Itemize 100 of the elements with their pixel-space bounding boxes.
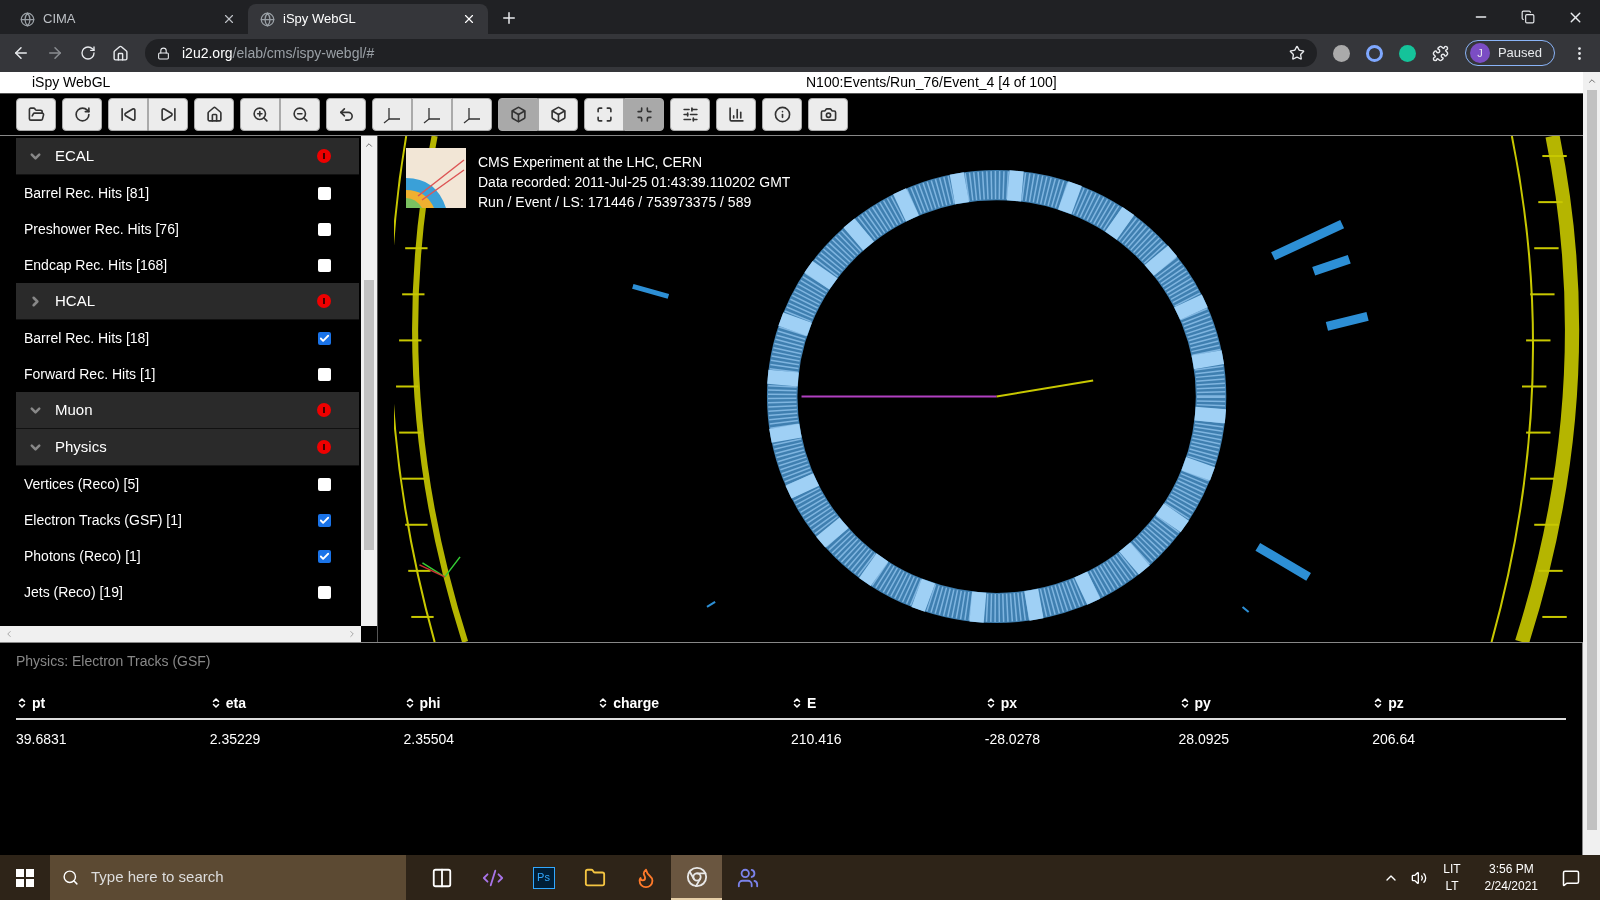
toolbar-button[interactable] [108,98,148,131]
column-header[interactable]: py [1178,692,1373,714]
taskbar-app[interactable]: Ps [518,855,569,900]
toolbar-button[interactable] [498,98,538,131]
home-icon[interactable] [112,44,129,62]
section-header[interactable]: HCAL [16,283,359,320]
column-header[interactable]: E [791,692,985,714]
checkbox[interactable] [318,186,331,200]
toolbar-button[interactable] [240,98,280,131]
toolbar-button[interactable] [412,98,452,131]
toolbar-button[interactable] [584,98,624,131]
column-header[interactable]: eta [209,692,404,714]
task-view-icon [430,866,453,889]
toolbar-button[interactable] [452,98,492,131]
expand-icon [595,106,613,123]
tab-title: iSpy WebGL [283,10,357,29]
layer-label: Photons (Reco) [1] [24,546,142,566]
checkbox[interactable] [318,258,331,272]
close-icon[interactable] [222,12,236,26]
layer-label: Preshower Rec. Hits [76] [24,219,180,239]
tab-title: CIMA [43,10,77,29]
vertical-scrollbar[interactable] [361,136,377,626]
section-title: Muon [55,399,94,420]
scroll-up-icon[interactable] [1586,76,1597,86]
toolbar-button[interactable] [762,98,802,131]
globe-icon [20,11,35,27]
section-header[interactable]: ECAL [16,138,359,175]
clock-time[interactable]: 3:56 PM [1488,860,1534,878]
checkbox[interactable] [318,222,331,236]
taskbar-search-field[interactable]: Type here to search [50,855,406,900]
toolbar-button[interactable] [194,98,234,131]
table-cell-text: 210.416 [791,729,843,749]
scroll-up-icon[interactable] [364,140,374,150]
clock-date[interactable]: 2/24/2021 [1484,877,1538,895]
checkbox[interactable] [318,331,331,345]
checkbox[interactable] [318,549,331,563]
browser-tab[interactable]: iSpy WebGL [248,4,488,34]
toolbar-button[interactable] [670,98,710,131]
event-info-line: CMS Experiment at the LHC, CERN [478,153,704,172]
language-indicator[interactable]: LIT [1443,860,1461,878]
url-host: i2u2.org [182,43,233,63]
toolbar-button[interactable] [372,98,412,131]
toolbar-button[interactable] [538,98,578,131]
checkbox[interactable] [318,367,331,381]
section-title: ECAL [55,145,96,166]
skip-forward-icon [159,106,177,123]
notifications-icon[interactable] [1562,868,1580,887]
toolbar-button[interactable] [326,98,366,131]
language-indicator[interactable]: LT [1445,877,1459,895]
table-cell-text: 28.0925 [1178,729,1231,749]
toolbar-button[interactable] [62,98,102,131]
checkbox[interactable] [318,513,331,527]
camera-icon [819,106,837,123]
reload-icon[interactable] [80,45,96,61]
info-icon[interactable] [317,149,331,163]
info-icon[interactable] [317,294,331,308]
toolbar-button[interactable] [16,98,56,131]
browser-tab[interactable]: CIMA [8,4,248,34]
close-icon[interactable] [462,12,476,26]
section-header[interactable]: Muon [16,392,359,429]
logo-icon [406,148,466,208]
checkbox[interactable] [318,477,331,491]
extensions-icon[interactable] [1431,44,1449,62]
toolbar-button[interactable] [808,98,848,131]
info-icon[interactable] [317,440,331,454]
column-header[interactable]: px [984,692,1179,714]
info-icon[interactable] [317,403,331,417]
windows-logo-icon[interactable] [16,868,34,887]
undo-icon [337,106,355,123]
restore-icon[interactable] [1521,10,1535,24]
checkbox[interactable] [318,585,331,599]
table-cell-text: -28.0278 [984,729,1042,749]
toolbar-button[interactable] [148,98,188,131]
page-scrollbar[interactable] [1583,72,1600,855]
bookmark-star-icon[interactable] [1288,45,1305,61]
volume-icon[interactable] [1411,869,1428,886]
column-header[interactable]: charge [597,692,791,714]
section-title: HCAL [55,290,96,311]
toolbar-button[interactable] [624,98,664,131]
extension-icon[interactable] [1398,44,1416,62]
extension-icon[interactable] [1332,44,1350,62]
new-tab-icon[interactable] [500,9,518,27]
extension-icon[interactable] [1365,44,1383,62]
lock-icon [157,46,170,60]
column-header[interactable]: phi [403,692,598,714]
column-header[interactable]: pz [1372,692,1566,714]
forward-icon[interactable] [46,44,64,62]
back-icon[interactable] [12,44,30,62]
table-caption: Physics: Electron Tracks (GSF) [16,652,212,671]
zoom-in-icon [251,106,269,123]
globe-icon [260,11,275,27]
bar-chart-icon [727,106,745,123]
section-header[interactable]: Physics [16,429,359,466]
column-header[interactable]: pt [16,692,210,714]
event-info-line: Run / Event / LS: 171446 / 753973375 / 589 [478,193,753,212]
avatar: J [1469,43,1490,63]
toolbar-button[interactable] [280,98,320,131]
toolbar-button[interactable] [716,98,756,131]
address-field[interactable]: i2u2.org/elab/cms/ispy-webgl/# [145,39,1317,67]
layer-label: Endcap Rec. Hits [168] [24,255,169,275]
